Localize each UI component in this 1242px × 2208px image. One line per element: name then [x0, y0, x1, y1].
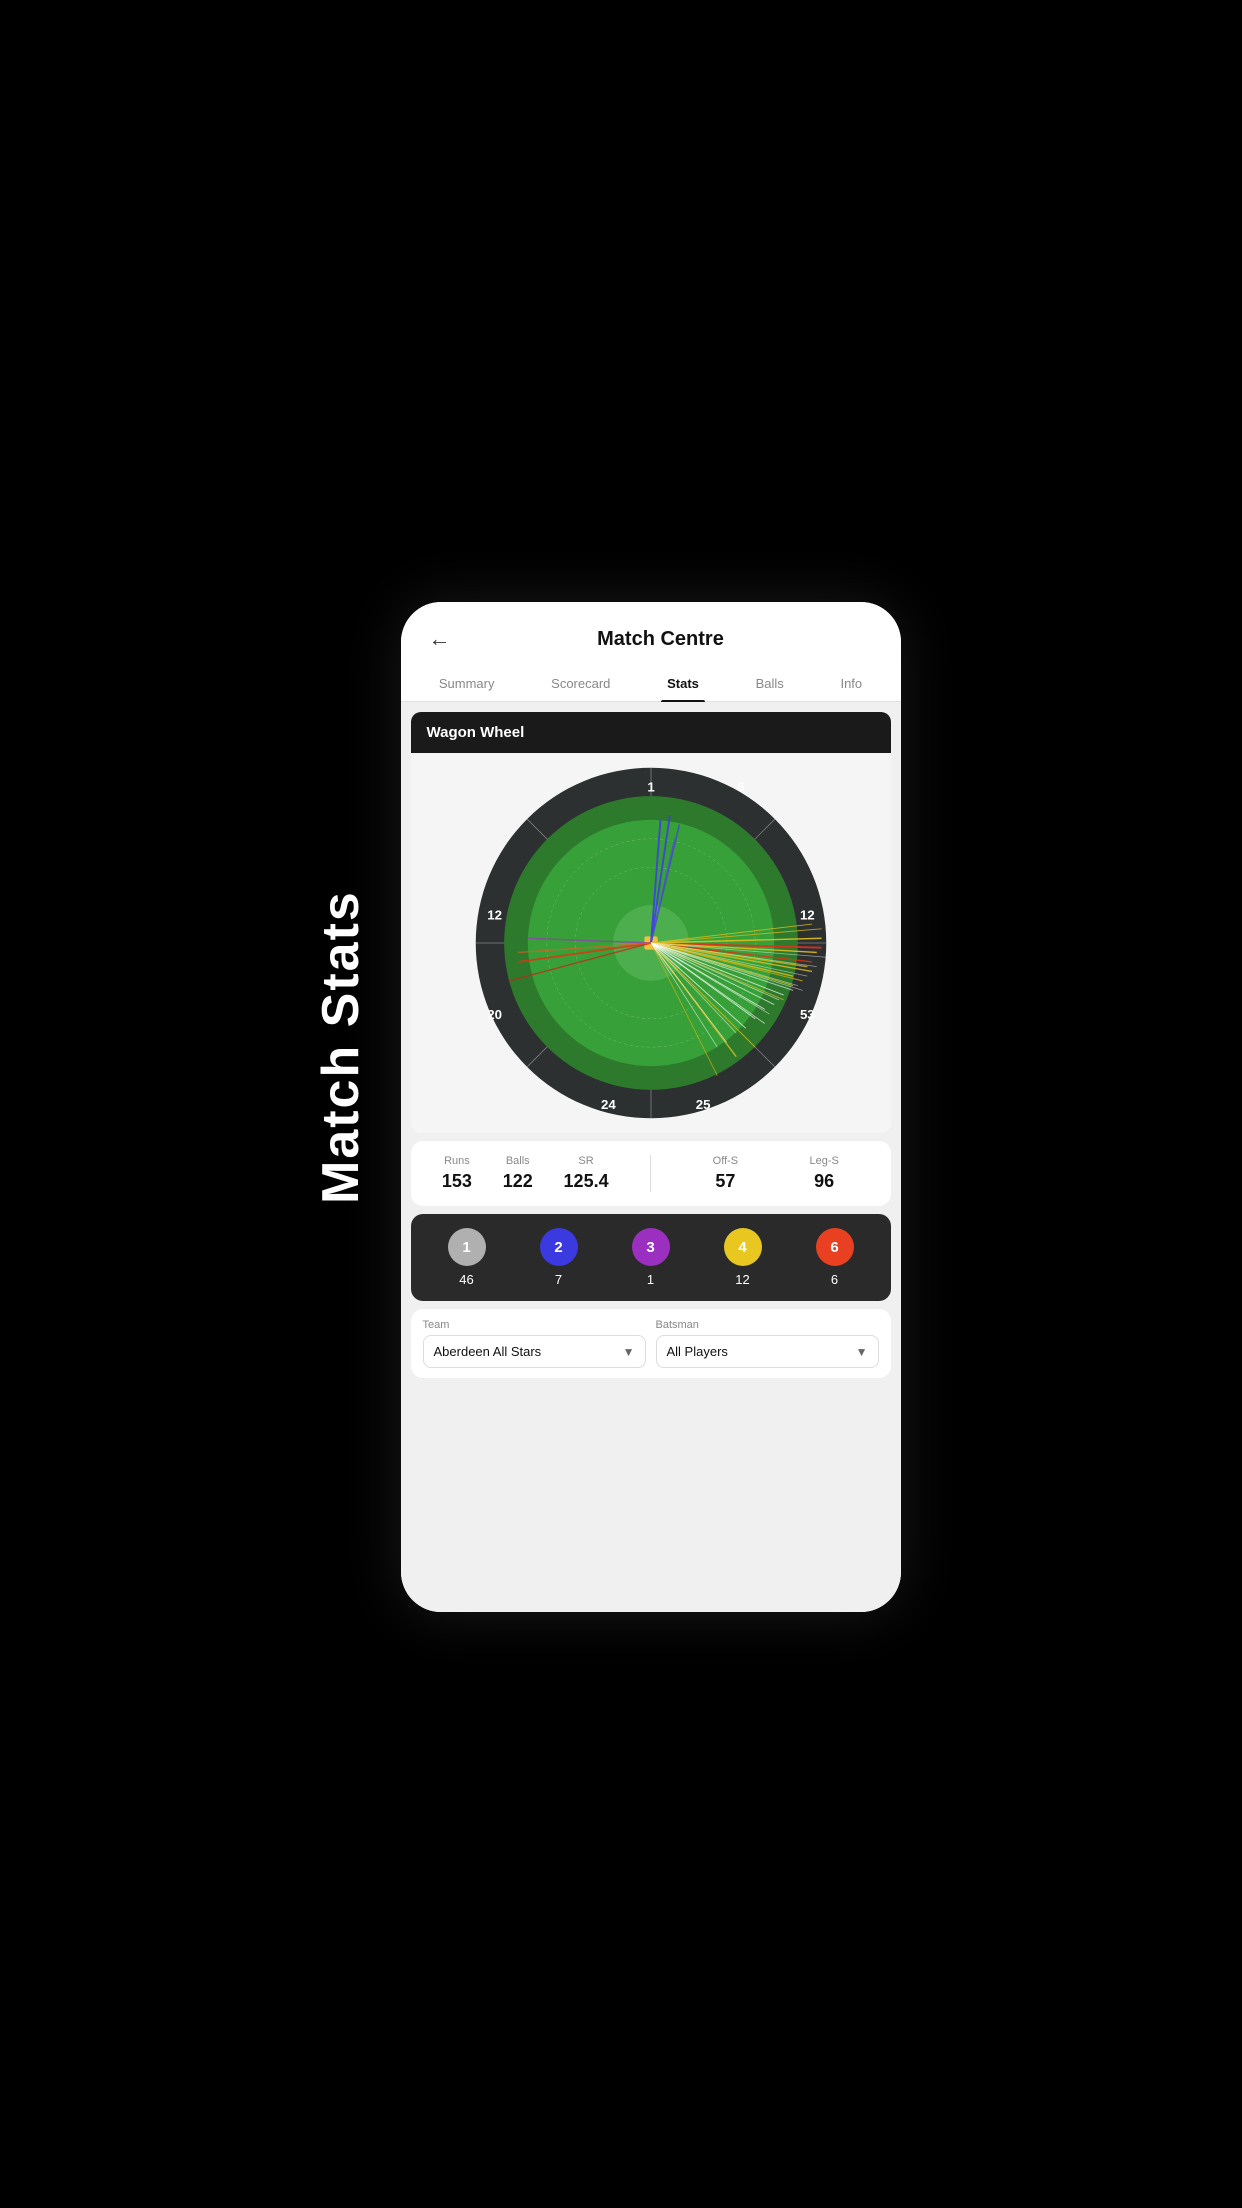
- stats-left: Runs 153 Balls 122 SR 125.4: [427, 1155, 641, 1192]
- svg-text:20: 20: [487, 1007, 502, 1022]
- team-dropdown-arrow: ▼: [623, 1345, 635, 1359]
- legend-circle-1: 1: [448, 1228, 486, 1266]
- svg-text:12: 12: [799, 907, 814, 922]
- tab-info[interactable]: Info: [834, 666, 868, 701]
- legend-item-1: 1 46: [448, 1228, 486, 1287]
- legs-value: 96: [809, 1171, 838, 1192]
- balls-label: Balls: [503, 1155, 533, 1167]
- svg-text:25: 25: [695, 1097, 710, 1112]
- dropdowns-section: Team Aberdeen All Stars ▼ Batsman All Pl…: [411, 1309, 891, 1378]
- legend-circle-4: 4: [724, 1228, 762, 1266]
- stat-divider: [650, 1155, 651, 1192]
- runs-value: 153: [442, 1171, 472, 1192]
- team-dropdown[interactable]: Aberdeen All Stars ▼: [423, 1335, 646, 1368]
- team-label: Team: [423, 1319, 646, 1331]
- team-dropdown-value: Aberdeen All Stars: [434, 1344, 542, 1359]
- batsman-dropdown-group: Batsman All Players ▼: [656, 1319, 879, 1368]
- legend-count-1: 46: [459, 1272, 473, 1287]
- offs-label: Off-S: [713, 1155, 738, 1167]
- legend-count-3: 1: [647, 1272, 654, 1287]
- wagon-wheel-area: 1 6 12 12 20 53 24 25: [411, 753, 891, 1133]
- phone-frame: ← Match Centre Summary Scorecard Stats B…: [401, 602, 901, 1612]
- main-content: Wagon Wheel: [401, 702, 901, 1612]
- legend-item-4: 4 12: [724, 1228, 762, 1287]
- tabs-bar: Summary Scorecard Stats Balls Info: [401, 666, 901, 702]
- stat-offs: Off-S 57: [713, 1155, 738, 1192]
- legend-count-2: 7: [555, 1272, 562, 1287]
- wagon-wheel-section: Wagon Wheel: [411, 712, 891, 1133]
- stat-runs: Runs 153: [442, 1155, 472, 1192]
- tab-scorecard[interactable]: Scorecard: [545, 666, 616, 701]
- score-legend: 1 46 2 7 3 1 4 12 6 6: [411, 1214, 891, 1301]
- stats-row: Runs 153 Balls 122 SR 125.4 Off-S: [411, 1141, 891, 1206]
- stat-sr: SR 125.4: [564, 1155, 609, 1192]
- side-label: Match Stats: [311, 1004, 371, 1204]
- stat-balls: Balls 122: [503, 1155, 533, 1192]
- legend-circle-6: 6: [816, 1228, 854, 1266]
- wagon-wheel-header: Wagon Wheel: [411, 712, 891, 753]
- stats-right: Off-S 57 Leg-S 96: [661, 1155, 875, 1192]
- batsman-dropdown-arrow: ▼: [856, 1345, 868, 1359]
- batsman-dropdown[interactable]: All Players ▼: [656, 1335, 879, 1368]
- svg-text:53: 53: [799, 1007, 814, 1022]
- svg-text:6: 6: [737, 779, 744, 794]
- legs-label: Leg-S: [809, 1155, 838, 1167]
- svg-text:1: 1: [647, 779, 654, 794]
- batsman-dropdown-value: All Players: [667, 1344, 728, 1359]
- team-dropdown-group: Team Aberdeen All Stars ▼: [423, 1319, 646, 1368]
- batsman-label: Batsman: [656, 1319, 879, 1331]
- legend-count-4: 12: [735, 1272, 749, 1287]
- legend-count-6: 6: [831, 1272, 838, 1287]
- offs-value: 57: [713, 1171, 738, 1192]
- back-button[interactable]: ←: [421, 622, 459, 656]
- legend-item-2: 2 7: [540, 1228, 578, 1287]
- tab-balls[interactable]: Balls: [750, 666, 790, 701]
- legend-circle-3: 3: [632, 1228, 670, 1266]
- balls-value: 122: [503, 1171, 533, 1192]
- tab-stats[interactable]: Stats: [661, 666, 705, 701]
- tab-summary[interactable]: Summary: [433, 666, 501, 701]
- legend-item-6: 6 6: [816, 1228, 854, 1287]
- stat-legs: Leg-S 96: [809, 1155, 838, 1192]
- legend-circle-2: 2: [540, 1228, 578, 1266]
- wagon-wheel-svg: 1 6 12 12 20 53 24 25: [471, 763, 831, 1123]
- svg-text:24: 24: [600, 1097, 615, 1112]
- legend-item-3: 3 1: [632, 1228, 670, 1287]
- sr-label: SR: [564, 1155, 609, 1167]
- runs-label: Runs: [442, 1155, 472, 1167]
- sr-value: 125.4: [564, 1171, 609, 1192]
- header: ← Match Centre: [401, 602, 901, 666]
- svg-text:12: 12: [487, 907, 502, 922]
- page-title: Match Centre: [471, 628, 851, 651]
